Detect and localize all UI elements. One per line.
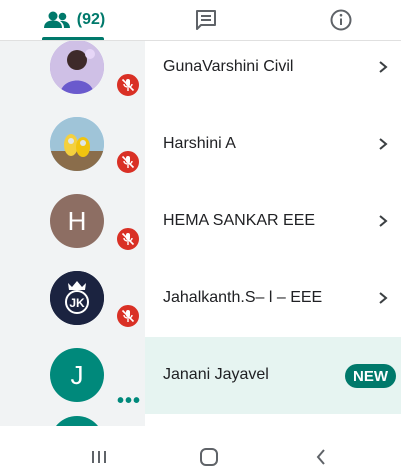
participant-name: HEMA SANKAR EEE (163, 212, 316, 229)
mic-off-icon (115, 226, 141, 252)
participant-list[interactable]: GunaVarshini Civil Harshini A H HEMA SAN… (0, 41, 401, 426)
tab-people[interactable]: (92) (18, 0, 130, 40)
avatar (50, 41, 104, 94)
participant-row[interactable]: GunaVarshini Civil (0, 41, 401, 106)
new-badge: NEW (345, 364, 396, 388)
recents-icon[interactable] (88, 446, 110, 468)
avatar-logo-text: JK (69, 296, 85, 310)
tab-chat[interactable] (160, 0, 252, 40)
more-options-icon[interactable]: ••• (117, 391, 141, 411)
participant-row[interactable]: JK Jahalkanth.S– l – EEE (0, 260, 401, 337)
people-count: (92) (76, 11, 106, 28)
chevron-right-icon[interactable] (376, 291, 390, 305)
avatar-letter: H (67, 205, 87, 236)
avatar: JK (50, 271, 104, 325)
avatar: J (50, 348, 104, 402)
chevron-right-icon[interactable] (376, 137, 390, 151)
system-nav-bar (0, 436, 401, 475)
chevron-right-icon[interactable] (376, 60, 390, 74)
tab-info[interactable] (295, 0, 387, 40)
participant-name: Jahalkanth.S– l – EEE (163, 289, 323, 306)
participant-name: Janani Jayavel (163, 366, 269, 383)
chevron-right-icon[interactable] (376, 214, 390, 228)
people-icon (43, 11, 70, 28)
chat-icon (196, 10, 216, 30)
mic-off-icon (115, 72, 141, 98)
participant-row[interactable]: J Janani Jayavel (0, 337, 401, 414)
mic-off-icon (115, 149, 141, 175)
avatar-letter: J (70, 359, 84, 390)
mic-off-icon (115, 303, 141, 329)
participant-name: GunaVarshini Civil (163, 58, 294, 75)
back-icon[interactable] (310, 446, 332, 468)
info-icon (330, 9, 352, 31)
avatar (50, 117, 104, 171)
avatar: H (50, 194, 104, 248)
participant-name: Harshini A (163, 135, 236, 152)
home-icon[interactable] (198, 446, 220, 468)
participant-row[interactable]: Harshini A (0, 106, 401, 183)
tab-bar: (92) (0, 0, 401, 40)
participant-row[interactable]: H HEMA SANKAR EEE (0, 183, 401, 260)
